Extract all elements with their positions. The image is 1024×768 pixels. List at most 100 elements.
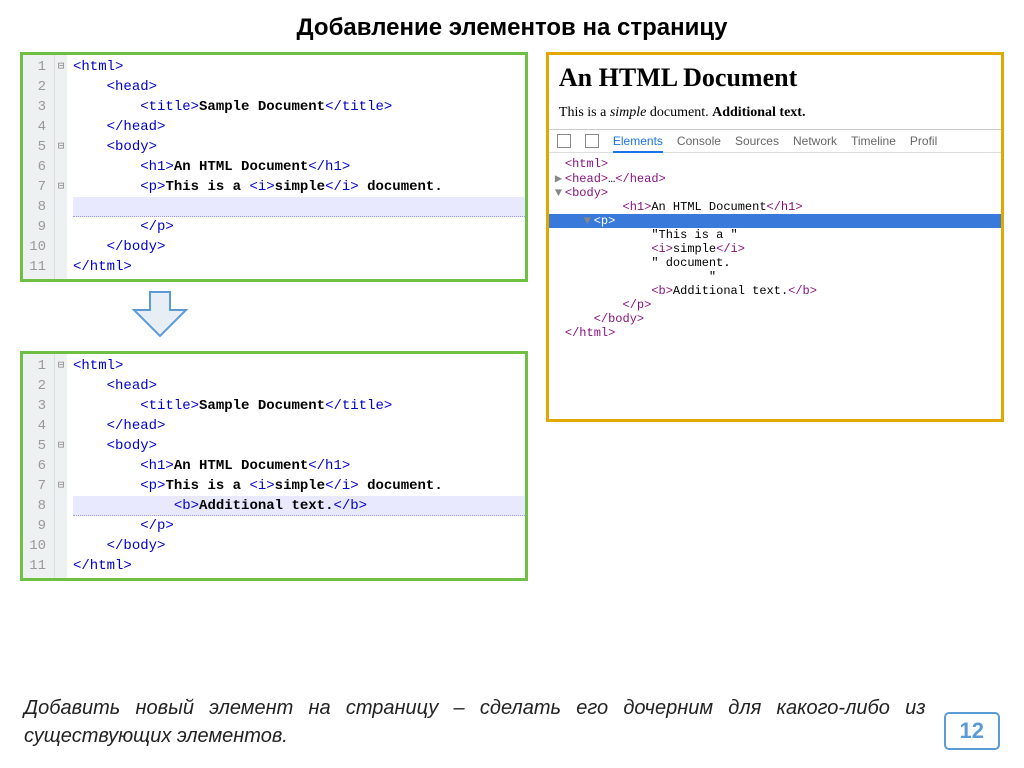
dom-node[interactable]: <html> xyxy=(549,157,1001,171)
code-line[interactable]: <title>Sample Document</title> xyxy=(73,97,525,117)
fold-marker xyxy=(55,376,67,396)
line-number: 6 xyxy=(27,157,46,177)
code-line[interactable]: </html> xyxy=(73,257,525,277)
fold-marker: ⊟ xyxy=(55,436,67,456)
line-number: 5 xyxy=(27,137,46,157)
page-number: 12 xyxy=(944,712,1000,750)
fold-marker xyxy=(55,516,67,536)
dom-node[interactable]: " document. xyxy=(549,256,1001,270)
fold-marker xyxy=(55,197,67,217)
rendered-paragraph: This is a simple document. Additional te… xyxy=(559,105,991,121)
dom-node[interactable]: </html> xyxy=(549,326,1001,340)
device-icon[interactable] xyxy=(585,134,599,148)
devtools-tab[interactable]: Console xyxy=(677,134,721,148)
fold-marker xyxy=(55,496,67,516)
code-line[interactable]: </p> xyxy=(73,217,525,237)
code-line[interactable] xyxy=(73,197,525,217)
dom-node[interactable]: ▶ <head>…</head> xyxy=(549,171,1001,186)
code-line[interactable]: <b>Additional text.</b> xyxy=(73,496,525,516)
fold-marker xyxy=(55,237,67,257)
line-number: 11 xyxy=(27,556,46,576)
line-number: 5 xyxy=(27,436,46,456)
line-number: 11 xyxy=(27,257,46,277)
code-line[interactable]: <head> xyxy=(73,376,525,396)
line-number: 1 xyxy=(27,356,46,376)
line-number: 8 xyxy=(27,496,46,516)
code-line[interactable]: <head> xyxy=(73,77,525,97)
line-number: 2 xyxy=(27,77,46,97)
fold-marker xyxy=(55,456,67,476)
code-line[interactable]: <p>This is a <i>simple</i> document. xyxy=(73,177,525,197)
line-number: 10 xyxy=(27,237,46,257)
fold-marker: ⊟ xyxy=(55,476,67,496)
dom-node[interactable]: <i>simple</i> xyxy=(549,242,1001,256)
code-line[interactable]: <h1>An HTML Document</h1> xyxy=(73,456,525,476)
code-line[interactable]: </head> xyxy=(73,416,525,436)
code-line[interactable]: <html> xyxy=(73,356,525,376)
fold-marker xyxy=(55,257,67,277)
code-line[interactable]: <h1>An HTML Document</h1> xyxy=(73,157,525,177)
fold-marker: ⊟ xyxy=(55,137,67,157)
dom-node[interactable]: </body> xyxy=(549,312,1001,326)
rendered-page: An HTML Document This is a simple docume… xyxy=(549,55,1001,129)
fold-marker: ⊟ xyxy=(55,177,67,197)
devtools-tab[interactable]: Network xyxy=(793,134,837,148)
line-number: 1 xyxy=(27,57,46,77)
line-number: 9 xyxy=(27,516,46,536)
line-number: 3 xyxy=(27,396,46,416)
line-number: 3 xyxy=(27,97,46,117)
rendered-heading: An HTML Document xyxy=(559,63,991,93)
fold-marker xyxy=(55,157,67,177)
dom-node[interactable]: " xyxy=(549,270,1001,284)
fold-marker xyxy=(55,536,67,556)
fold-marker: ⊟ xyxy=(55,356,67,376)
devtools-tab[interactable]: Elements xyxy=(613,134,663,153)
dom-node[interactable]: <h1>An HTML Document</h1> xyxy=(549,200,1001,214)
line-number: 7 xyxy=(27,177,46,197)
devtools-tab[interactable]: Timeline xyxy=(851,134,896,148)
devtools-tabs: Elements Console Sources Network Timeline Pro… xyxy=(549,130,1001,153)
line-number: 9 xyxy=(27,217,46,237)
slide-caption: Добавить новый элемент на страницу – сде… xyxy=(24,694,926,750)
code-line[interactable]: <p>This is a <i>simple</i> document. xyxy=(73,476,525,496)
dom-node[interactable]: ▼ <p> xyxy=(549,214,1001,228)
fold-column: ⊟ ⊟ ⊟ xyxy=(55,354,67,578)
code-line[interactable]: <title>Sample Document</title> xyxy=(73,396,525,416)
code-line[interactable]: </body> xyxy=(73,536,525,556)
fold-marker xyxy=(55,97,67,117)
line-number: 7 xyxy=(27,476,46,496)
code-line[interactable]: </p> xyxy=(73,516,525,536)
devtools-panel: Elements Console Sources Network Timeline Pro… xyxy=(549,129,1001,344)
line-number: 8 xyxy=(27,197,46,217)
line-number: 4 xyxy=(27,117,46,137)
fold-marker xyxy=(55,556,67,576)
arrow-down-icon xyxy=(130,290,190,338)
code-line[interactable]: <body> xyxy=(73,436,525,456)
line-gutter: 1234567891011 xyxy=(23,55,55,279)
fold-marker: ⊟ xyxy=(55,57,67,77)
code-editor-after: 1234567891011 ⊟⊟⊟ <html> <head> <title>S… xyxy=(20,351,528,581)
dom-node[interactable]: </p> xyxy=(549,298,1001,312)
fold-column: ⊟ ⊟ ⊟ xyxy=(55,55,67,279)
inspect-icon[interactable] xyxy=(557,134,571,148)
code-line[interactable]: <html> xyxy=(73,57,525,77)
slide-title: Добавление элементов на страницу xyxy=(0,0,1024,52)
transition-arrow xyxy=(20,282,528,351)
line-number: 6 xyxy=(27,456,46,476)
dom-node[interactable]: <b>Additional text.</b> xyxy=(549,284,1001,298)
devtools-dom-tree[interactable]: <html>▶ <head>…</head>▼ <body> <h1>An HT… xyxy=(549,153,1001,344)
fold-marker xyxy=(55,217,67,237)
devtools-tab[interactable]: Profil xyxy=(910,134,937,148)
dom-node[interactable]: "This is a " xyxy=(549,228,1001,242)
code-line[interactable]: </html> xyxy=(73,556,525,576)
code-line[interactable]: </head> xyxy=(73,117,525,137)
code-line[interactable]: </body> xyxy=(73,237,525,257)
code-area[interactable]: <html> <head> <title>Sample Document</ti… xyxy=(67,354,525,578)
code-area[interactable]: <html> <head> <title>Sample Document</ti… xyxy=(67,55,525,279)
devtools-tab[interactable]: Sources xyxy=(735,134,779,148)
fold-marker xyxy=(55,396,67,416)
dom-node[interactable]: ▼ <body> xyxy=(549,186,1001,200)
line-number: 10 xyxy=(27,536,46,556)
fold-marker xyxy=(55,77,67,97)
code-line[interactable]: <body> xyxy=(73,137,525,157)
